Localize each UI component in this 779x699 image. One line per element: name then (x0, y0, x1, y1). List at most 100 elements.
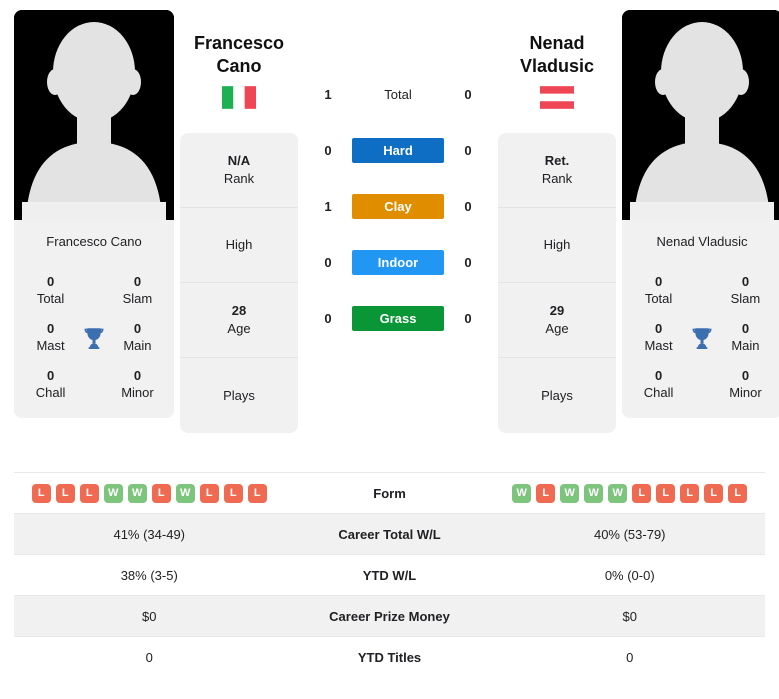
left-form-badge: L (223, 483, 243, 503)
h2h-row-indoor: 0 Indoor 0 (304, 234, 492, 290)
right-title-total: 0 Total (634, 273, 683, 308)
right-titles-row-1: 0 Total 0 Slam (622, 267, 779, 314)
right-form-badge: L (728, 483, 748, 503)
right-player-card[interactable]: Nenad Vladusic 0 Total 0 Slam 0 Mast 0 M… (622, 10, 779, 418)
right-form-badge: L (656, 483, 676, 503)
left-form-cell: LLLWWLWLLL (14, 483, 285, 503)
left-title-mast-label: Mast (36, 338, 65, 353)
left-title-total-label: Total (36, 291, 65, 306)
right-player-photo (622, 10, 779, 220)
h2h-clay-right-score: 0 (464, 198, 472, 214)
trophy-icon (692, 327, 712, 349)
h2h-indoor-left-score: 0 (324, 254, 332, 270)
right-info-column: Nenad Vladusic Ret. Rank High 29 Age Pla… (498, 10, 616, 433)
h2h-grass-left-score: 0 (324, 310, 332, 326)
right-form-cell: WLWWWLLLLL (495, 483, 766, 503)
left-form-badge: L (247, 483, 267, 503)
left-career-prize-money: $0 (142, 608, 157, 624)
left-career-total-wl: 41% (34-49) (113, 526, 186, 542)
left-title-total: 0 Total (26, 273, 75, 308)
left-titles-row-3: 0 Chall 0 Minor (14, 361, 174, 408)
left-player-card[interactable]: Francesco Cano 0 Total 0 Slam 0 Mast 0 M… (14, 10, 174, 418)
right-title-slam-value: 0 (741, 274, 750, 289)
h2h-surface-total: Total (384, 86, 412, 102)
left-info-card: N/A Rank High 28 Age Plays (180, 133, 298, 433)
left-title-minor-label: Minor (121, 385, 154, 400)
table-row-ytd-wl: 38% (3-5) YTD W/L 0% (0-0) (14, 554, 765, 595)
left-trophy-wrap (75, 325, 113, 351)
left-player-photo-name: Francesco Cano (14, 220, 174, 263)
left-age-cell: 28 Age (180, 283, 298, 358)
h2h-surface-grass[interactable]: Grass (352, 305, 444, 331)
left-plays-label: Plays (223, 387, 255, 403)
left-player-first-name: Francesco (193, 33, 285, 53)
h2h-total-right-score: 0 (464, 86, 472, 102)
flag-italy-icon (222, 86, 256, 109)
left-ytd-titles: 0 (145, 649, 153, 665)
right-high-cell: High (498, 208, 616, 283)
table-row-form: LLLWWLWLLL Form WLWWWLLLLL (14, 472, 765, 513)
table-row-career-total-wl: 41% (34-49) Career Total W/L 40% (53-79) (14, 513, 765, 554)
left-title-mast: 0 Mast (26, 320, 75, 355)
h2h-grass-right-score: 0 (464, 310, 472, 326)
left-form-list: LLLWWLWLLL (14, 483, 285, 503)
row-label-career-total-wl: Career Total W/L (338, 526, 441, 542)
h2h-row-grass: 0 Grass 0 (304, 290, 492, 346)
left-form-badge: L (151, 483, 171, 503)
left-age-value: 28 (231, 303, 247, 318)
h2h-surface-clay[interactable]: Clay (352, 193, 444, 219)
right-title-total-label: Total (644, 291, 673, 306)
h2h-surface-indoor[interactable]: Indoor (352, 249, 444, 275)
left-title-slam: 0 Slam (113, 273, 162, 308)
left-form-badge: L (31, 483, 51, 503)
right-form-badge: L (704, 483, 724, 503)
h2h-clay-left-score: 1 (324, 198, 332, 214)
left-title-chall: 0 Chall (26, 367, 75, 402)
right-title-mast-value: 0 (654, 321, 663, 336)
table-row-career-prize-money: $0 Career Prize Money $0 (14, 595, 765, 636)
h2h-total-left-score: 1 (324, 86, 332, 102)
trophy-icon (84, 327, 104, 349)
left-title-main: 0 Main (113, 320, 162, 355)
left-rank-cell: N/A Rank (180, 133, 298, 208)
right-form-badge: W (512, 483, 532, 503)
avatar-placeholder-icon (14, 10, 174, 220)
left-ytd-wl: 38% (3-5) (120, 567, 178, 583)
right-title-chall: 0 Chall (634, 367, 683, 402)
left-title-main-value: 0 (133, 321, 142, 336)
left-form-badge: L (79, 483, 99, 503)
left-player-name: Francesco Cano (180, 10, 298, 115)
left-title-main-label: Main (123, 338, 152, 353)
left-title-chall-value: 0 (46, 368, 55, 383)
right-form-badge: L (632, 483, 652, 503)
right-career-total-wl: 40% (53-79) (593, 526, 666, 542)
right-player-name: Nenad Vladusic (498, 10, 616, 115)
h2h-indoor-right-score: 0 (464, 254, 472, 270)
right-age-cell: 29 Age (498, 283, 616, 358)
left-title-chall-label: Chall (35, 385, 66, 400)
h2h-surface-hard[interactable]: Hard (352, 137, 444, 163)
left-age-label: Age (227, 321, 251, 336)
row-label-career-prize-money: Career Prize Money (329, 608, 450, 624)
right-form-badge: L (536, 483, 556, 503)
right-ytd-titles: 0 (626, 649, 634, 665)
right-age-label: Age (545, 321, 569, 336)
right-title-main-value: 0 (741, 321, 750, 336)
table-row-ytd-titles: 0 YTD Titles 0 (14, 636, 765, 677)
left-player-column: Francesco Cano 0 Total 0 Slam 0 Mast 0 M… (14, 10, 174, 418)
right-title-main-label: Main (731, 338, 760, 353)
row-label-form: Form (373, 485, 406, 501)
right-form-badge: W (584, 483, 604, 503)
left-info-column: Francesco Cano N/A Rank High 28 Age Play… (180, 10, 298, 433)
left-player-last-name: Cano (216, 56, 262, 76)
right-player-column: Nenad Vladusic 0 Total 0 Slam 0 Mast 0 M… (622, 10, 779, 418)
row-label-ytd-titles: YTD Titles (357, 649, 422, 665)
left-form-badge: L (55, 483, 75, 503)
right-career-prize-money: $0 (622, 608, 637, 624)
left-titles-row-2: 0 Mast 0 Main (14, 314, 174, 361)
flag-austria-icon (540, 86, 574, 109)
left-player-photo (14, 10, 174, 220)
right-titles-grid: 0 Total 0 Slam 0 Mast 0 Main 0 Chall 0 M… (622, 263, 779, 418)
right-plays-label: Plays (541, 387, 573, 403)
h2h-hard-right-score: 0 (464, 142, 472, 158)
